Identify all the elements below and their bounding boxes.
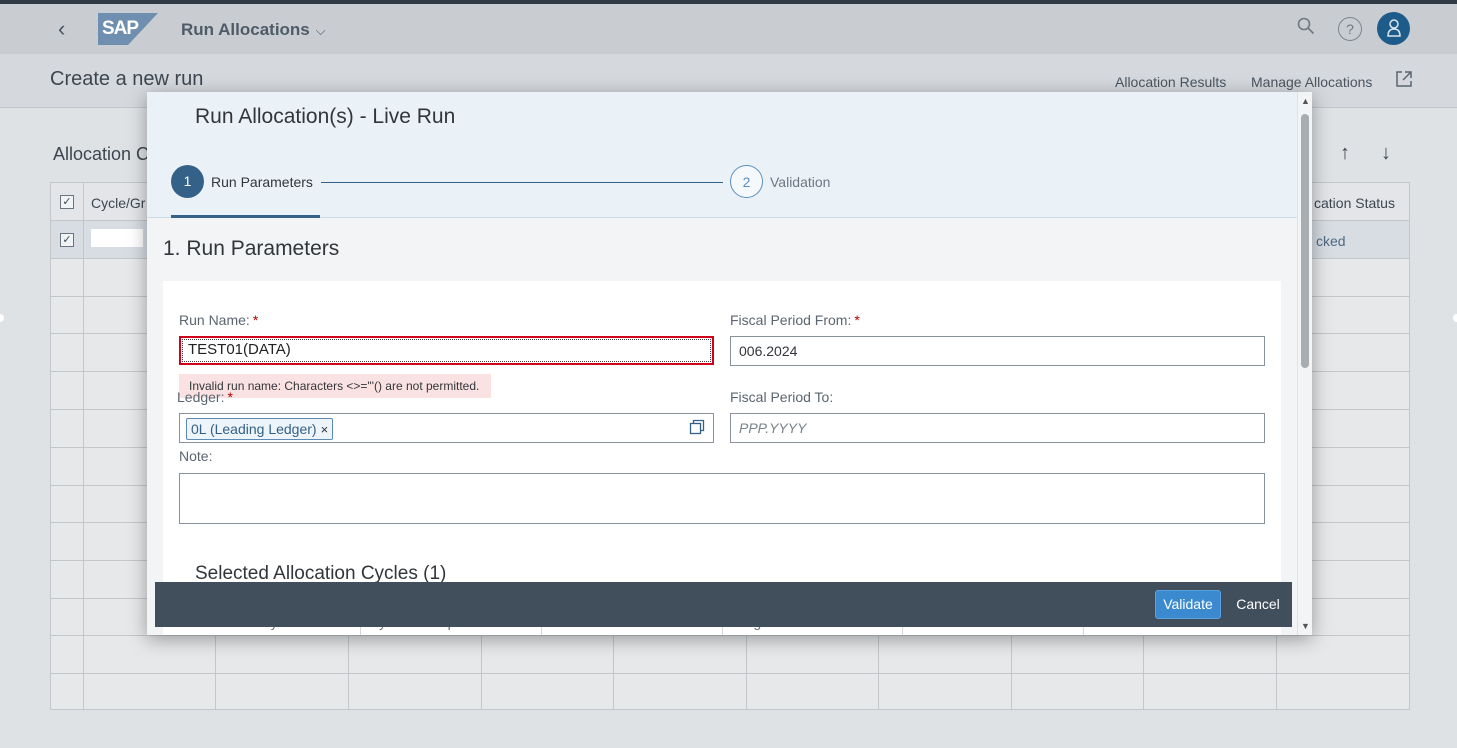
cancel-button[interactable]: Cancel [1231, 590, 1285, 619]
resize-handle-left[interactable] [0, 314, 4, 322]
run-allocation-dialog: Run Allocation(s) - Live Run 1 Run Param… [147, 92, 1312, 635]
note-textarea[interactable] [179, 473, 1265, 524]
allocation-results-link[interactable]: Allocation Results [1115, 74, 1226, 90]
share-icon[interactable] [1395, 70, 1413, 88]
step-label: Validation [770, 174, 831, 190]
allocation-cycles-title: Allocation C [53, 144, 150, 164]
select-all-checkbox[interactable]: ✓ [60, 195, 74, 209]
column-status: cation Status [1314, 195, 1395, 211]
shell-bar: ‹ SAP Run Allocations ⌵ ? [0, 4, 1457, 54]
page-title: Create a new run [50, 68, 204, 90]
dialog-title: Run Allocation(s) - Live Run [195, 105, 456, 128]
move-up-icon[interactable]: ↑ [1340, 142, 1350, 165]
grid-line [83, 183, 84, 709]
dialog-content: 1. Run Parameters Run Name: * TEST01(DATA… [147, 219, 1297, 635]
resize-handle-right[interactable] [1453, 314, 1457, 322]
fiscal-period-from-label: Fiscal Period From: * [730, 312, 860, 328]
fiscal-period-from-value: 006.2024 [739, 343, 798, 359]
run-name-label: Run Name: * [179, 312, 258, 328]
required-marker: * [252, 312, 259, 328]
label-text: Run Name: [179, 312, 250, 328]
grid-line [51, 673, 1409, 674]
fiscal-period-to-placeholder: PPP.YYYY [739, 420, 807, 436]
ledger-multiinput[interactable]: 0L (Leading Ledger) × [179, 413, 714, 443]
step-number: 2 [730, 165, 763, 198]
note-label: Note: [179, 448, 213, 464]
fiscal-period-to-input[interactable]: PPP.YYYY [730, 413, 1265, 443]
manage-allocations-link[interactable]: Manage Allocations [1251, 74, 1372, 90]
ledger-token[interactable]: 0L (Leading Ledger) × [186, 418, 334, 440]
dialog-scrollbar[interactable]: ▲ ▼ [1297, 92, 1312, 635]
step-label: Run Parameters [211, 174, 313, 190]
required-marker: * [227, 389, 233, 405]
fiscal-period-from-input[interactable]: 006.2024 [730, 336, 1265, 366]
fiscal-period-to-label: Fiscal Period To: [730, 389, 834, 405]
row-status: cked [1316, 233, 1346, 249]
required-marker: * [854, 312, 860, 328]
run-name-value: TEST01(DATA) [182, 339, 711, 362]
chevron-down-icon: ⌵ [315, 23, 326, 38]
grid-line [51, 635, 1409, 636]
sap-logo: SAP [98, 13, 158, 45]
scrollbar-thumb[interactable] [1301, 114, 1309, 368]
scroll-down-icon[interactable]: ▼ [1301, 621, 1310, 631]
scroll-up-icon[interactable]: ▲ [1301, 96, 1310, 106]
column-cycle: Cycle/Gr [91, 195, 146, 211]
section-heading: 1. Run Parameters [163, 237, 340, 260]
validate-button[interactable]: Validate [1155, 590, 1221, 619]
value-help-icon[interactable] [689, 419, 705, 435]
ledger-label: Ledger: * [177, 389, 233, 405]
active-step-indicator [171, 215, 320, 218]
label-text: Fiscal Period From: [730, 312, 852, 328]
user-avatar[interactable] [1377, 12, 1410, 45]
step-number: 1 [171, 165, 204, 198]
close-icon[interactable]: × [321, 422, 329, 437]
step-connector [321, 182, 723, 183]
move-down-icon[interactable]: ↓ [1381, 142, 1391, 165]
back-icon[interactable]: ‹ [58, 18, 78, 40]
label-text: Ledger: [177, 389, 225, 405]
search-icon[interactable] [1293, 16, 1319, 42]
row-checkbox[interactable]: ✓ [60, 233, 74, 247]
app-title: Run Allocations [181, 20, 310, 39]
run-name-input[interactable]: TEST01(DATA) [179, 336, 714, 365]
dialog-footer: Validate Cancel [155, 582, 1292, 627]
dialog-header: Run Allocation(s) - Live Run 1 Run Param… [147, 92, 1297, 218]
redacted-cell [91, 229, 143, 247]
app-title-menu[interactable]: Run Allocations ⌵ [181, 20, 326, 40]
help-icon[interactable]: ? [1338, 17, 1362, 41]
token-text: 0L (Leading Ledger) [191, 421, 317, 437]
